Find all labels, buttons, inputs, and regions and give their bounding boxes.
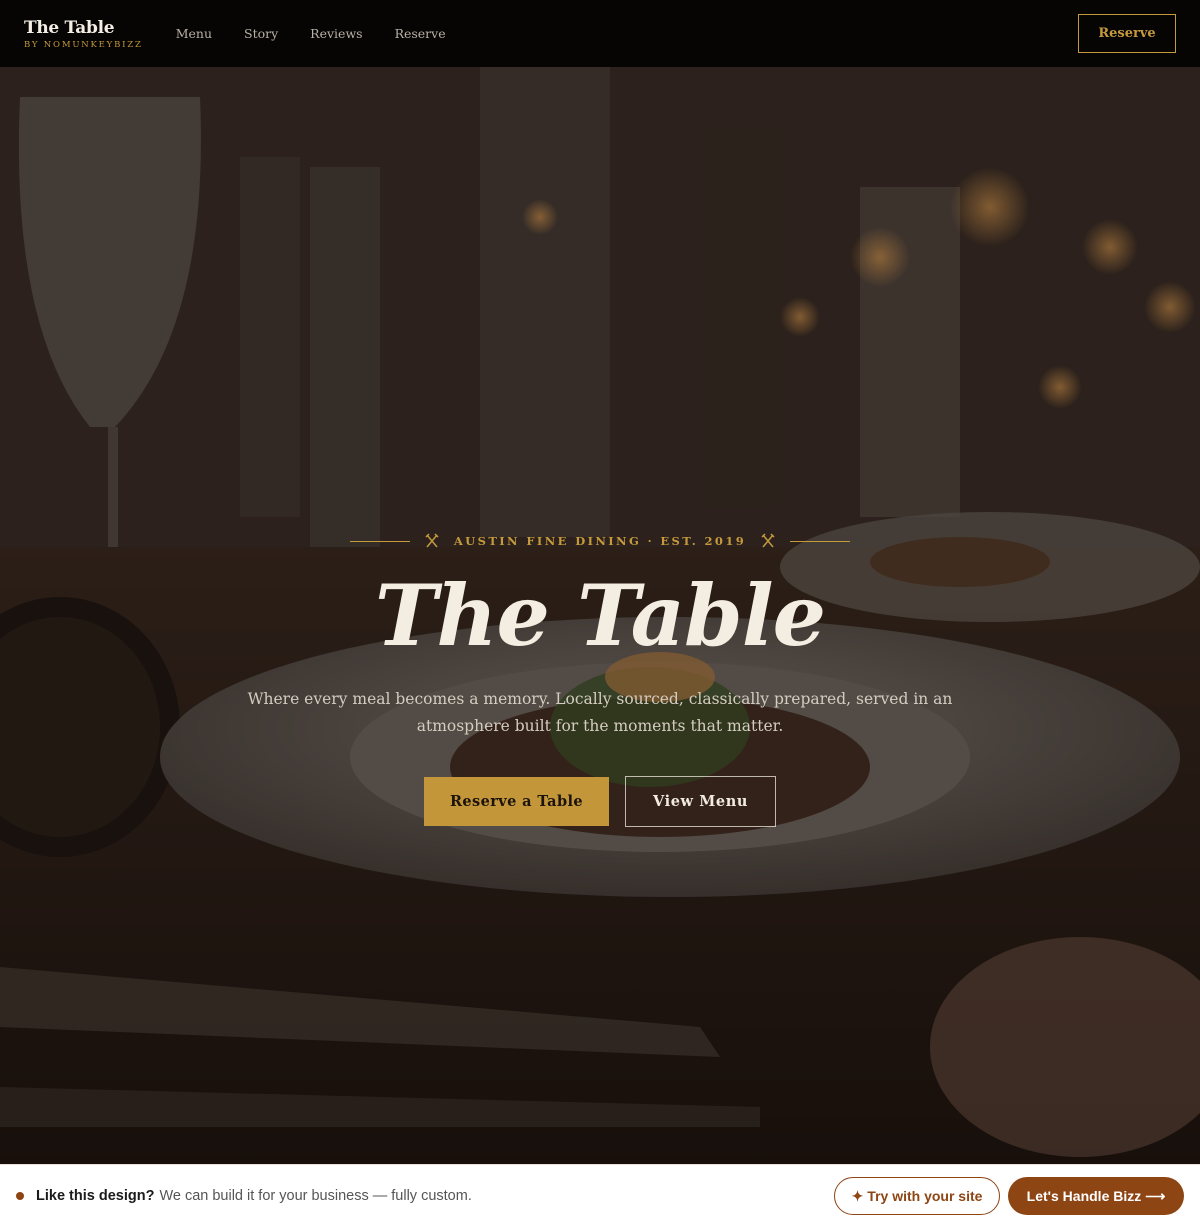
try-with-your-site-button[interactable]: ✦ Try with your site xyxy=(834,1177,1000,1215)
sparkle-icon: ✦ xyxy=(851,1187,864,1204)
nav-link-reviews[interactable]: Reviews xyxy=(310,26,362,41)
fork-knife-icon xyxy=(761,533,775,548)
view-menu-button[interactable]: View Menu xyxy=(625,776,776,827)
hero-buttons: Reserve a Table View Menu xyxy=(0,776,1200,827)
top-nav: The Table BY NOMUNKEYBIZZ Menu Story Rev… xyxy=(0,0,1200,67)
nav-link-menu[interactable]: Menu xyxy=(176,26,212,41)
cta-button-label: Let's Handle Bizz xyxy=(1026,1188,1142,1204)
promo-lead-text: Like this design? xyxy=(36,1188,155,1204)
promo-body-text: We can build it for your business — full… xyxy=(159,1188,472,1204)
nav-link-story[interactable]: Story xyxy=(244,26,278,41)
brand-subtitle: BY NOMUNKEYBIZZ xyxy=(24,39,143,50)
fork-knife-icon xyxy=(425,533,439,548)
hero-section: AUSTIN FINE DINING · EST. 2019 The Table… xyxy=(0,67,1200,1164)
status-dot xyxy=(16,1192,24,1200)
hero-eyebrow-text: AUSTIN FINE DINING · EST. 2019 xyxy=(453,534,747,548)
arrow-right-icon: ⟶ xyxy=(1145,1187,1166,1204)
hero-eyebrow: AUSTIN FINE DINING · EST. 2019 xyxy=(0,533,1200,549)
lets-handle-bizz-button[interactable]: Let's Handle Bizz ⟶ xyxy=(1008,1177,1184,1215)
nav-reserve-button[interactable]: Reserve xyxy=(1078,14,1176,53)
brand-logo[interactable]: The Table BY NOMUNKEYBIZZ xyxy=(24,18,143,50)
hero-content: AUSTIN FINE DINING · EST. 2019 The Table… xyxy=(0,67,1200,1164)
reserve-table-button[interactable]: Reserve a Table xyxy=(424,777,609,826)
try-button-label: Try with your site xyxy=(867,1188,983,1204)
eyebrow-divider-right xyxy=(790,540,851,542)
promo-bar: Like this design? We can build it for yo… xyxy=(0,1164,1200,1227)
nav-links: Menu Story Reviews Reserve xyxy=(176,26,446,41)
eyebrow-divider-left xyxy=(349,540,410,542)
brand-title: The Table xyxy=(24,17,115,38)
hero-title: The Table xyxy=(374,566,826,665)
nav-link-reserve[interactable]: Reserve xyxy=(395,26,446,41)
hero-description: Where every meal becomes a memory. Local… xyxy=(247,690,953,735)
